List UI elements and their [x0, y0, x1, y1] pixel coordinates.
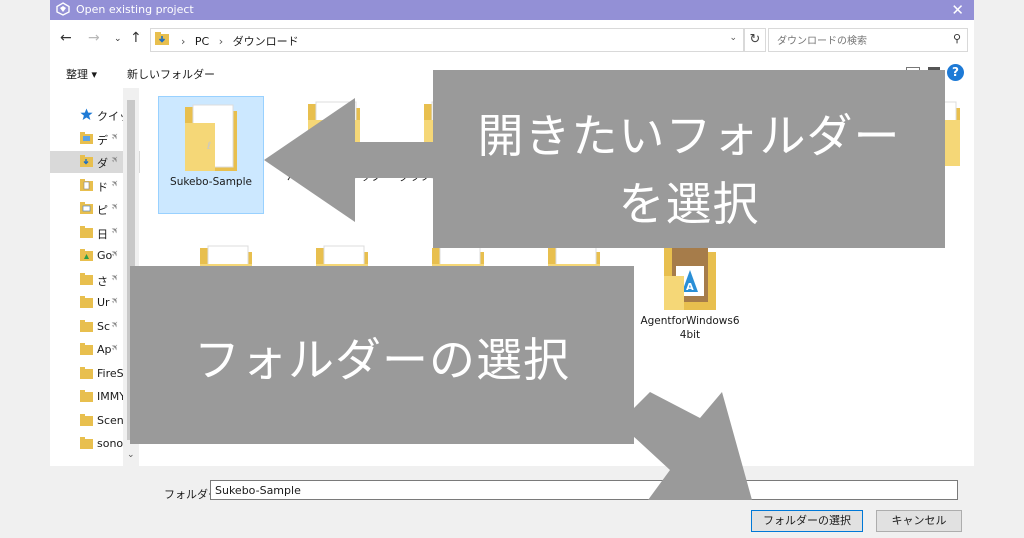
svg-text:A: A: [686, 282, 694, 293]
folder-icon: [80, 366, 93, 382]
folder-icon: [80, 413, 93, 429]
refresh-icon[interactable]: ↻: [744, 28, 766, 52]
select-folder-button[interactable]: フォルダーの選択: [751, 510, 863, 532]
window-title: Open existing project: [76, 3, 194, 16]
folder-item-name: ハロウィンエチップ: [286, 171, 382, 183]
up-arrow-icon[interactable]: ↑: [130, 30, 142, 46]
annotation-box-open-folder: 開きたいフォルダー を選択: [433, 70, 945, 248]
folder-item[interactable]: A AgentforWindows64bit: [638, 240, 742, 342]
search-input[interactable]: [775, 32, 939, 50]
new-folder-button[interactable]: 新しいフォルダー: [127, 66, 215, 82]
page-margin-left: [0, 0, 50, 538]
navigation-pane: クイックデ ✈ ダ ✈ ド ✈ ピ ✈ 日 ✈ Go ✈ さ ✈ Ur ✈ Sc ✈ Ap ✈ FireS IMMY Sce…: [50, 88, 140, 466]
downloads-folder-icon: [80, 155, 93, 170]
search-icon[interactable]: ⚲: [953, 32, 961, 45]
desktop-folder-icon: [80, 131, 93, 147]
folder-name-input[interactable]: [210, 480, 958, 500]
address-bar[interactable]: › PC › ダウンロード ⌄: [150, 28, 744, 52]
folder-item-name: Sukebo-Sample: [170, 176, 252, 188]
annotation-text-select: フォルダーの選択: [194, 333, 570, 387]
folder-icon: [80, 343, 93, 358]
folder-icon: [80, 437, 93, 452]
breadcrumb: › PC › ダウンロード: [175, 33, 299, 49]
title-bar: Open existing project ✕: [50, 0, 974, 20]
annotation-text-line2: を選択: [618, 177, 760, 231]
documents-folder-icon: [80, 178, 93, 194]
folder-icon: [282, 96, 386, 170]
address-row: ← → ⌄ ↑ › PC › ダウンロード ⌄ ↻ ⚲: [50, 20, 974, 60]
folder-icon: [80, 319, 93, 335]
cancel-button[interactable]: キャンセル: [876, 510, 962, 532]
folder-item[interactable]: ℓ Sukebo-Sample: [158, 96, 264, 214]
annotation-box-select-folder: フォルダーの選択: [130, 266, 634, 444]
folder-icon: A: [638, 240, 742, 314]
close-icon[interactable]: ✕: [951, 0, 964, 20]
annotation-text-line1: 開きたいフォルダー: [477, 109, 901, 163]
recent-locations-chevron-icon[interactable]: ⌄: [114, 34, 122, 44]
folder-icon: [80, 296, 93, 311]
scroll-down-chevron-icon[interactable]: ⌄: [127, 450, 135, 460]
folder-item[interactable]: ハロウィンエチップ: [282, 96, 386, 184]
folder-icon: [80, 225, 93, 241]
folder-icon: ℓ: [159, 101, 263, 175]
breadcrumb-separator: ›: [181, 35, 186, 48]
pictures-folder-icon: [80, 202, 93, 217]
dialog-footer: フォルダー: フォルダーの選択 キャンセル: [50, 466, 974, 538]
star-icon: [80, 108, 93, 124]
address-dropdown-chevron-icon[interactable]: ⌄: [729, 33, 737, 43]
folder-item-name: AgentforWindows64bit: [640, 315, 740, 341]
organize-menu-button[interactable]: 整理 ▾: [66, 66, 97, 82]
breadcrumb-pc[interactable]: PC: [195, 35, 209, 48]
back-arrow-icon[interactable]: ←: [60, 30, 72, 46]
folder-icon: [80, 390, 93, 405]
breadcrumb-separator: ›: [218, 35, 224, 48]
search-box: ⚲: [768, 28, 968, 52]
google-drive-folder-icon: [80, 249, 93, 264]
unity-logo-icon: [56, 2, 70, 19]
svg-text:ℓ: ℓ: [207, 141, 211, 152]
forward-arrow-icon[interactable]: →: [88, 30, 100, 46]
page-margin-right: [974, 0, 1024, 538]
help-icon[interactable]: ?: [947, 64, 964, 81]
folder-icon: [80, 272, 93, 288]
breadcrumb-downloads[interactable]: ダウンロード: [233, 35, 299, 48]
downloads-folder-icon: [155, 32, 169, 48]
